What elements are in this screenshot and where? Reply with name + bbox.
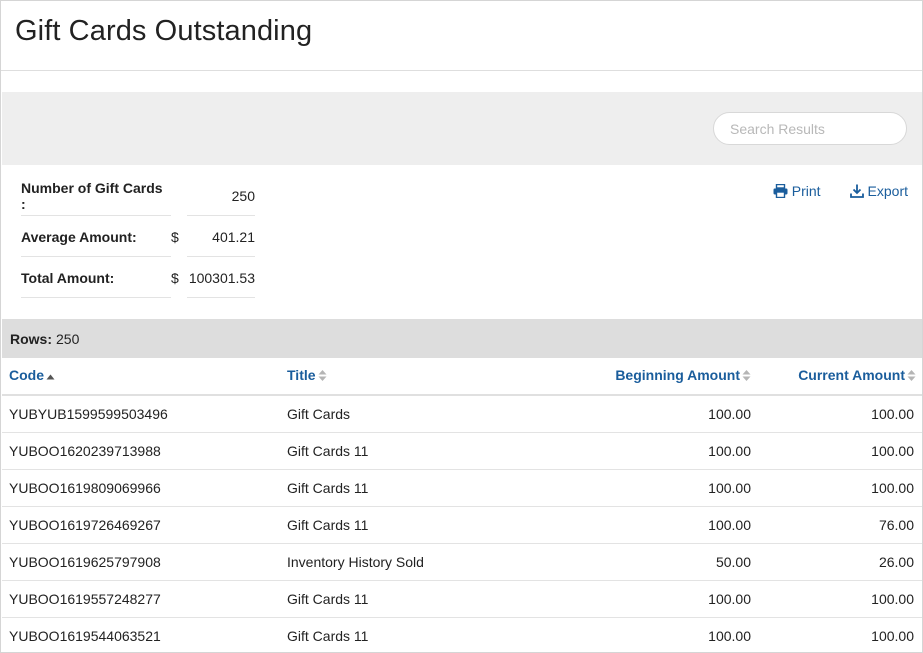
summary-row-average: Average Amount: $ 401.21 xyxy=(21,216,255,257)
printer-icon xyxy=(773,184,788,198)
cell-beginning-amount: 100.00 xyxy=(480,617,758,652)
column-header-current-amount[interactable]: Current Amount xyxy=(758,358,922,396)
search-box[interactable] xyxy=(713,112,907,145)
total-label: Total Amount: xyxy=(21,269,115,286)
average-label: Average Amount: xyxy=(21,228,137,245)
cell-title: Gift Cards 11 xyxy=(280,580,480,618)
table-row[interactable]: YUBOO1619809069966 Gift Cards 11 100.00 … xyxy=(2,469,922,507)
cell-code: YUBYUB1599599503496 xyxy=(2,395,280,433)
rows-value: 250 xyxy=(56,330,80,347)
table-row[interactable]: YUBOO1620239713988 Gift Cards 11 100.00 … xyxy=(2,432,922,470)
cell-title: Gift Cards 11 xyxy=(280,432,480,470)
table-header-row: Code Title Beginning Amount Current Amou… xyxy=(2,358,922,396)
cell-title: Inventory History Sold xyxy=(280,543,480,581)
cell-code: YUBOO1619544063521 xyxy=(2,617,280,652)
divider xyxy=(21,297,171,298)
print-button[interactable]: Print xyxy=(773,183,821,199)
cell-code: YUBOO1619809069966 xyxy=(2,469,280,507)
cell-code: YUBOO1619557248277 xyxy=(2,580,280,618)
cell-code: YUBOO1619625797908 xyxy=(2,543,280,581)
report-window: Gift Cards Outstanding Number of Gift Ca… xyxy=(0,0,923,653)
table-row[interactable]: YUBYUB1599599503496 Gift Cards 100.00 10… xyxy=(2,395,922,433)
rows-count-bar: Rows: 250 xyxy=(2,319,922,358)
column-header-beginning-amount[interactable]: Beginning Amount xyxy=(480,358,758,396)
total-value: 100301.53 xyxy=(188,269,255,286)
cell-beginning-amount: 100.00 xyxy=(480,580,758,618)
cell-code: YUBOO1619726469267 xyxy=(2,506,280,544)
table-row[interactable]: YUBOO1619726469267 Gift Cards 11 100.00 … xyxy=(2,506,922,544)
average-currency: $ xyxy=(171,228,179,245)
sort-asc-icon xyxy=(46,369,55,385)
count-value: 250 xyxy=(231,187,255,204)
page-header: Gift Cards Outstanding xyxy=(1,1,922,71)
count-label: Number of Gift Cards : xyxy=(21,179,163,212)
cell-current-amount: 100.00 xyxy=(758,395,922,433)
gift-cards-table: Code Title Beginning Amount Current Amou… xyxy=(2,358,922,652)
table-row[interactable]: YUBOO1619557248277 Gift Cards 11 100.00 … xyxy=(2,580,922,618)
export-label: Export xyxy=(867,183,908,199)
rows-label: Rows: xyxy=(10,330,52,347)
cell-current-amount: 26.00 xyxy=(758,543,922,581)
cell-beginning-amount: 50.00 xyxy=(480,543,758,581)
cell-title: Gift Cards 11 xyxy=(280,506,480,544)
cell-code: YUBOO1620239713988 xyxy=(2,432,280,470)
summary-row-total: Total Amount: $ 100301.53 xyxy=(21,257,255,298)
table-row[interactable]: YUBOO1619544063521 Gift Cards 11 100.00 … xyxy=(2,617,922,652)
cell-current-amount: 100.00 xyxy=(758,432,922,470)
page-title: Gift Cards Outstanding xyxy=(15,15,313,47)
average-value: 401.21 xyxy=(212,228,255,245)
column-header-code[interactable]: Code xyxy=(2,358,280,396)
report-actions: Print Export xyxy=(773,183,908,199)
cell-beginning-amount: 100.00 xyxy=(480,432,758,470)
print-label: Print xyxy=(791,183,821,199)
summary-stats: Number of Gift Cards : 250 Average Amoun… xyxy=(21,175,255,298)
cell-beginning-amount: 100.00 xyxy=(480,469,758,507)
search-input[interactable] xyxy=(714,113,906,144)
cell-title: Gift Cards xyxy=(280,395,480,433)
divider xyxy=(187,297,255,298)
cell-title: Gift Cards 11 xyxy=(280,617,480,652)
cell-current-amount: 100.00 xyxy=(758,469,922,507)
cell-beginning-amount: 100.00 xyxy=(480,506,758,544)
summary-row-count: Number of Gift Cards : 250 xyxy=(21,175,255,216)
sort-icon xyxy=(907,369,916,385)
download-icon xyxy=(849,184,864,198)
cell-current-amount: 100.00 xyxy=(758,580,922,618)
cell-beginning-amount: 100.00 xyxy=(480,395,758,433)
export-button[interactable]: Export xyxy=(849,183,908,199)
sort-icon xyxy=(742,369,751,385)
cell-current-amount: 100.00 xyxy=(758,617,922,652)
sort-icon xyxy=(318,369,327,385)
search-band xyxy=(2,92,922,165)
cell-title: Gift Cards 11 xyxy=(280,469,480,507)
column-header-title[interactable]: Title xyxy=(280,358,480,396)
table-row[interactable]: YUBOO1619625797908 Inventory History Sol… xyxy=(2,543,922,581)
total-currency: $ xyxy=(171,269,179,286)
cell-current-amount: 76.00 xyxy=(758,506,922,544)
